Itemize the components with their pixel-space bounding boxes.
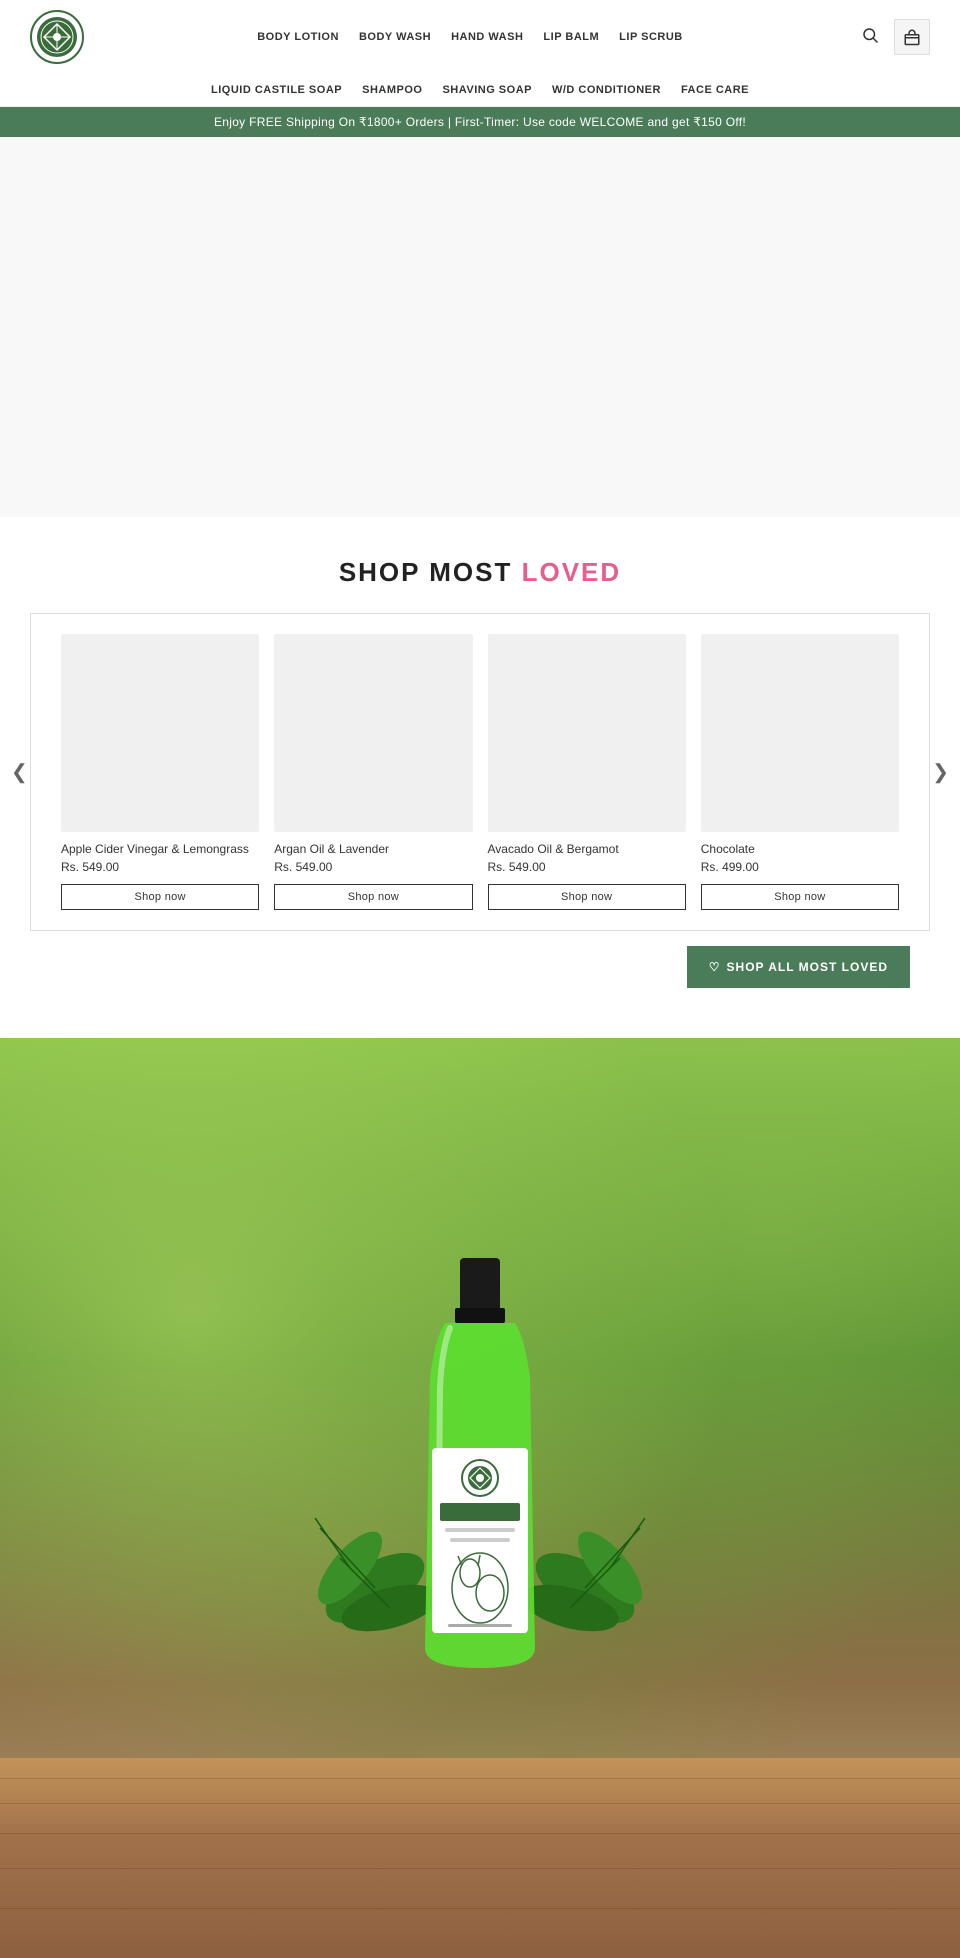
search-icon <box>861 26 879 44</box>
wood-line-4 <box>0 1868 960 1869</box>
nav-icons <box>856 19 930 55</box>
wood-line-5 <box>0 1908 960 1909</box>
search-button[interactable] <box>856 21 884 54</box>
shop-all-label: SHOP ALL MOST LOVED <box>727 960 888 974</box>
section-title: SHOP MOST LOVED <box>20 557 940 588</box>
product-name-1: Apple Cider Vinegar & Lemongrass <box>61 842 259 856</box>
product-name-4: Chocolate <box>701 842 899 856</box>
site-header: BODY LOTION BODY WASH HAND WASH LIP BALM… <box>0 0 960 107</box>
shop-most-loved-section: SHOP MOST LOVED ❮ Apple Cider Vinegar & … <box>0 517 960 1038</box>
product-image-2 <box>274 634 472 832</box>
product-name-2: Argan Oil & Lavender <box>274 842 472 856</box>
logo-circle <box>30 10 84 64</box>
promo-text: Enjoy FREE Shipping On ₹1800+ Orders | F… <box>214 115 746 129</box>
nav-bottom: LIQUID CASTILE SOAP SHAMPOO SHAVING SOAP… <box>0 74 960 106</box>
nav-top: BODY LOTION BODY WASH HAND WASH LIP BALM… <box>257 31 683 43</box>
nav-face-care[interactable]: FACE CARE <box>681 84 749 96</box>
logo-svg <box>40 20 74 54</box>
product-bottle <box>390 1248 570 1748</box>
product-price-4: Rs. 499.00 <box>701 860 899 874</box>
hero-area <box>0 137 960 517</box>
bottle-svg <box>390 1248 570 1748</box>
heart-icon: ♡ <box>709 960 721 974</box>
cart-icon <box>903 28 921 46</box>
bottom-product-section <box>0 1038 960 1958</box>
product-price-3: Rs. 549.00 <box>488 860 686 874</box>
shop-all-section: ♡ SHOP ALL MOST LOVED <box>20 931 940 1018</box>
wood-grain <box>0 1758 960 1958</box>
products-grid: Apple Cider Vinegar & Lemongrass Rs. 549… <box>61 634 899 910</box>
nav-lip-balm[interactable]: LIP BALM <box>543 31 599 43</box>
nav-wd-conditioner[interactable]: W/D CONDITIONER <box>552 84 661 96</box>
section-title-part1: SHOP MOST <box>339 557 522 587</box>
cart-button[interactable] <box>894 19 930 55</box>
product-image-3 <box>488 634 686 832</box>
shop-all-most-loved-button[interactable]: ♡ SHOP ALL MOST LOVED <box>687 946 910 988</box>
product-card-1: Apple Cider Vinegar & Lemongrass Rs. 549… <box>61 634 259 910</box>
product-card-4: Chocolate Rs. 499.00 Shop now <box>701 634 899 910</box>
product-price-2: Rs. 549.00 <box>274 860 472 874</box>
top-nav: BODY LOTION BODY WASH HAND WASH LIP BALM… <box>0 0 960 74</box>
product-image-1 <box>61 634 259 832</box>
product-card-3: Avacado Oil & Bergamot Rs. 549.00 Shop n… <box>488 634 686 910</box>
nav-shaving-soap[interactable]: SHAVING SOAP <box>442 84 532 96</box>
product-price-1: Rs. 549.00 <box>61 860 259 874</box>
shop-now-button-4[interactable]: Shop now <box>701 884 899 910</box>
logo-inner <box>37 17 77 57</box>
logo[interactable] <box>30 10 84 64</box>
products-carousel: ❮ Apple Cider Vinegar & Lemongrass Rs. 5… <box>30 613 930 931</box>
nav-shampoo[interactable]: SHAMPOO <box>362 84 422 96</box>
wood-line-1 <box>0 1778 960 1779</box>
nav-hand-wash[interactable]: HAND WASH <box>451 31 523 43</box>
wood-line-2 <box>0 1803 960 1804</box>
wood-line-3 <box>0 1833 960 1834</box>
section-title-loved: LOVED <box>522 557 622 587</box>
nav-body-wash[interactable]: BODY WASH <box>359 31 431 43</box>
ground-wood <box>0 1758 960 1958</box>
nav-lip-scrub[interactable]: LIP SCRUB <box>619 31 683 43</box>
shop-now-button-3[interactable]: Shop now <box>488 884 686 910</box>
shop-now-button-1[interactable]: Shop now <box>61 884 259 910</box>
promo-banner: Enjoy FREE Shipping On ₹1800+ Orders | F… <box>0 107 960 137</box>
nav-body-lotion[interactable]: BODY LOTION <box>257 31 339 43</box>
nav-liquid-castile[interactable]: LIQUID CASTILE SOAP <box>211 84 342 96</box>
product-card-2: Argan Oil & Lavender Rs. 549.00 Shop now <box>274 634 472 910</box>
shop-now-button-2[interactable]: Shop now <box>274 884 472 910</box>
carousel-left-arrow[interactable]: ❮ <box>11 760 28 785</box>
carousel-right-arrow[interactable]: ❯ <box>932 760 949 785</box>
product-image-4 <box>701 634 899 832</box>
product-name-3: Avacado Oil & Bergamot <box>488 842 686 856</box>
